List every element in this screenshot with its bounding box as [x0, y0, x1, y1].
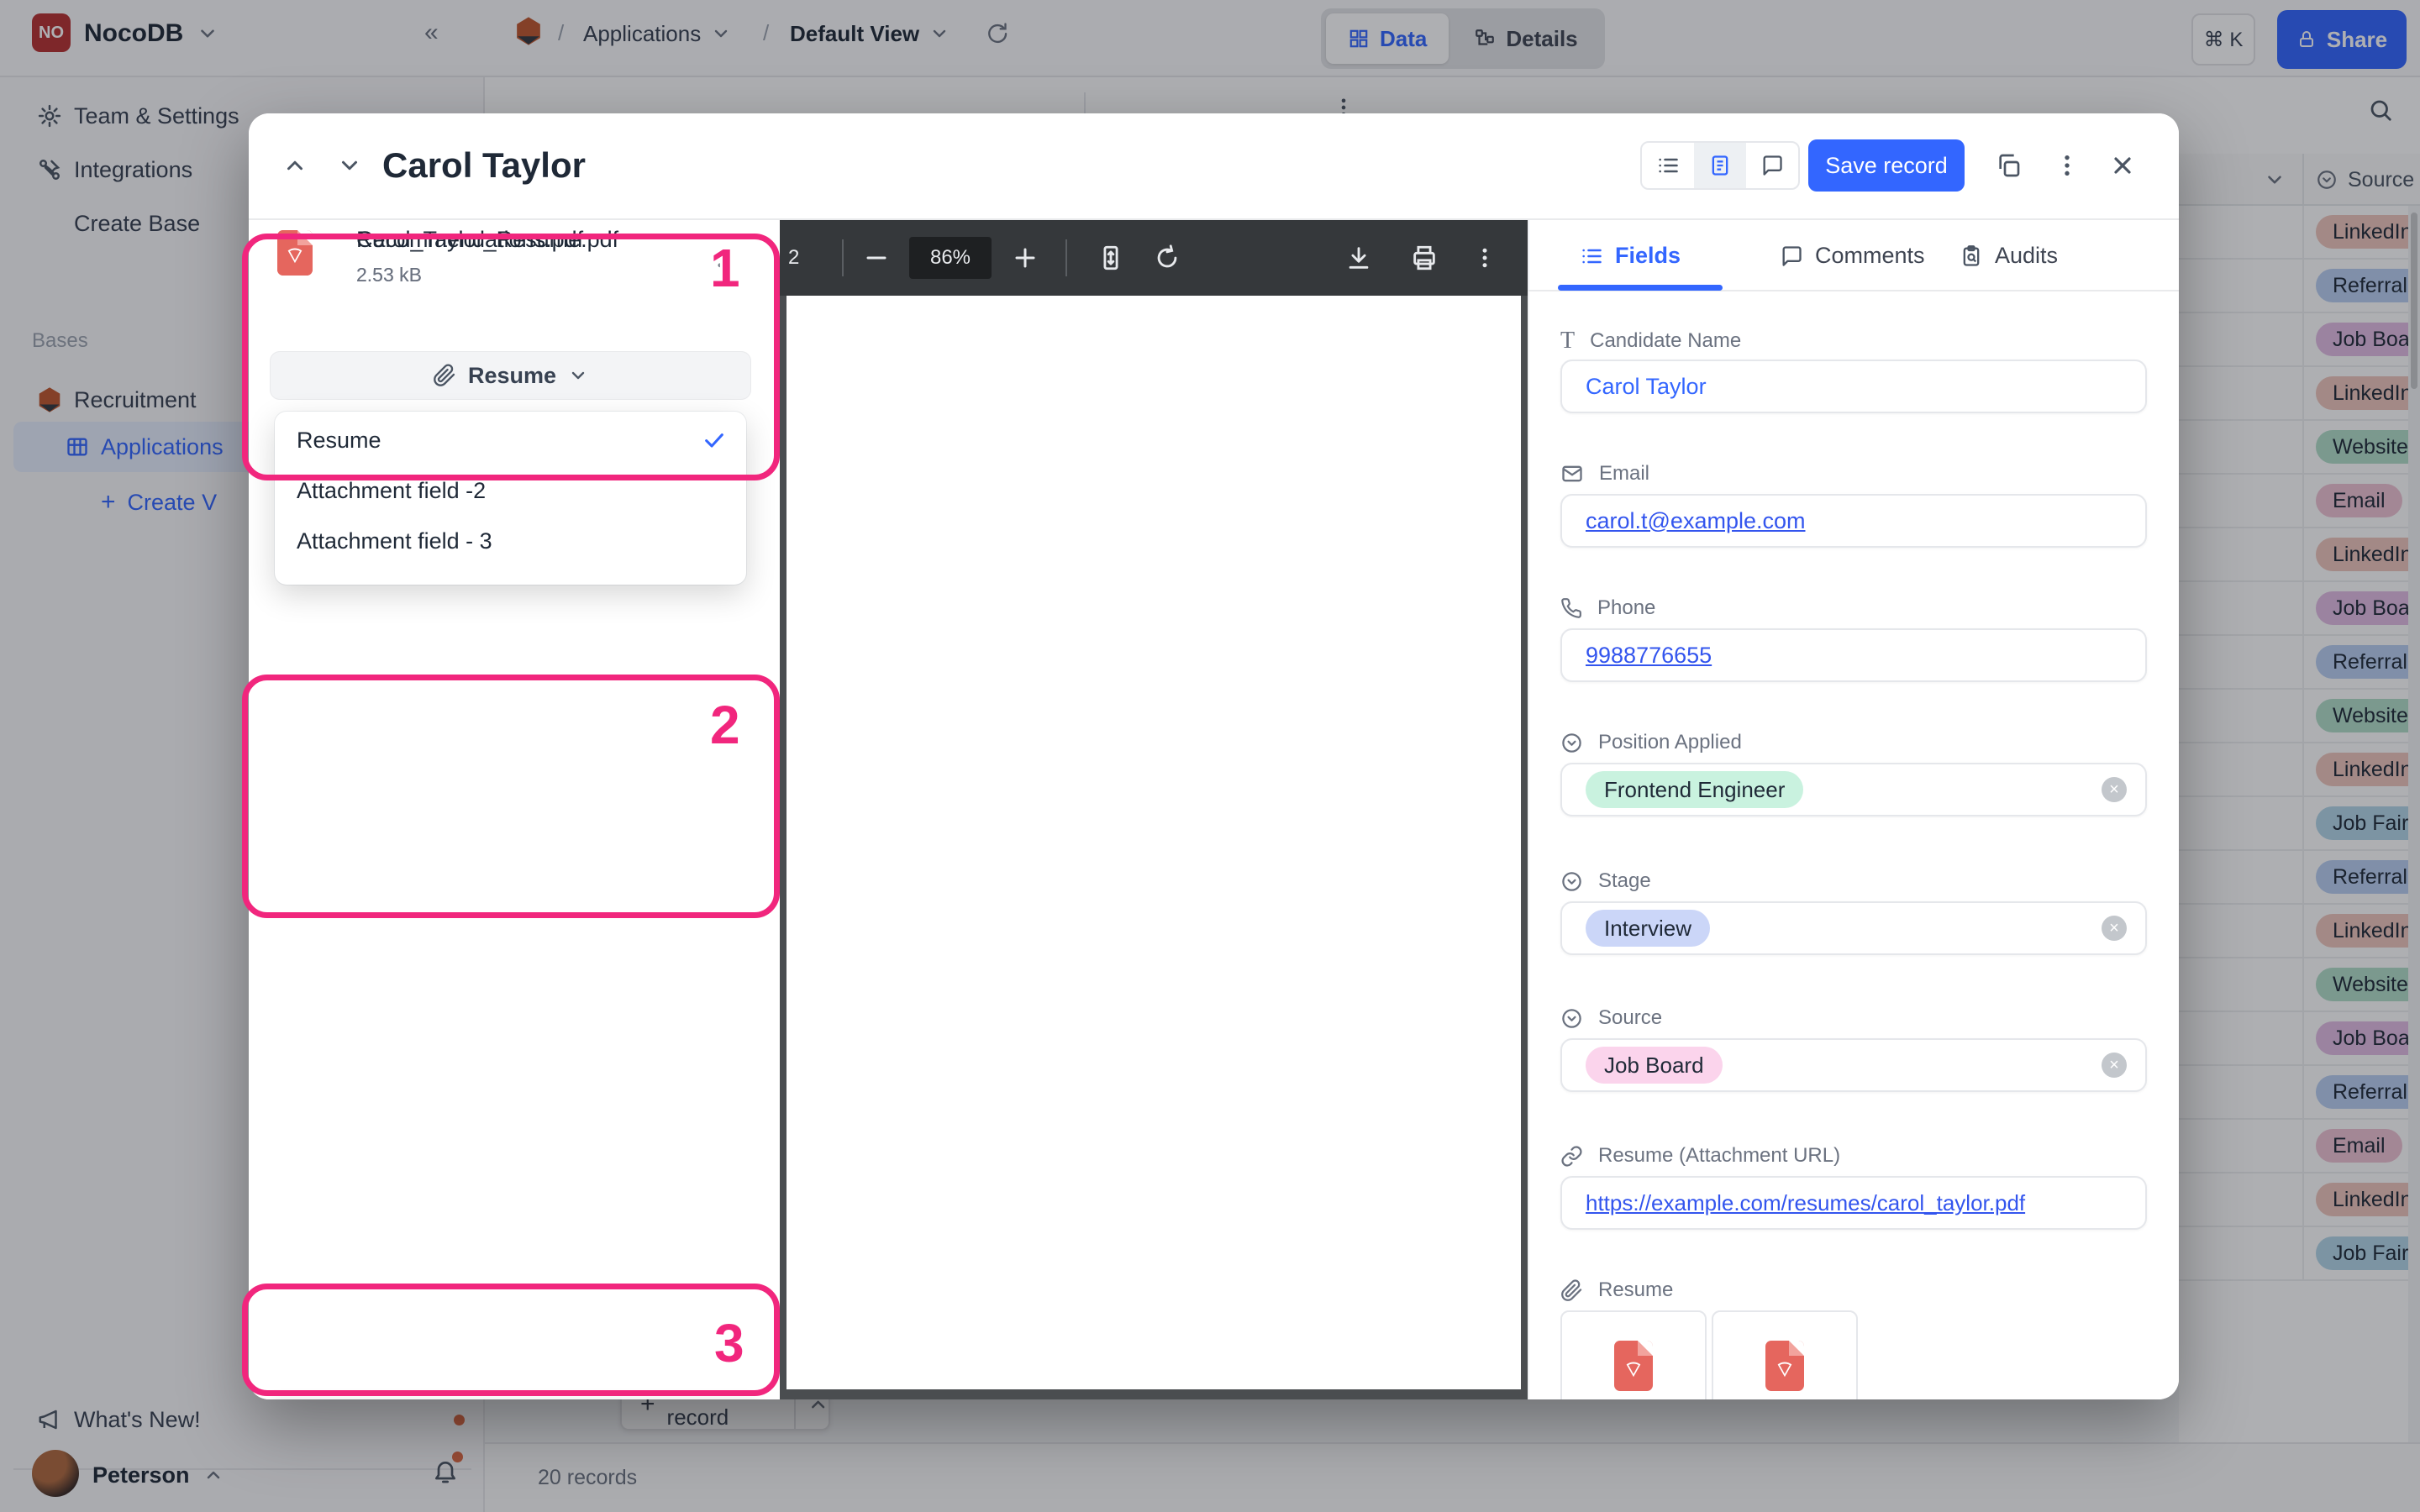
- email-input[interactable]: carol.t@example.com: [1560, 494, 2147, 548]
- pdf-page: [786, 296, 1521, 1389]
- source-select[interactable]: Job Board ×: [1560, 1038, 2147, 1092]
- record-title: Carol Taylor: [382, 145, 586, 186]
- attachment-thumbnail[interactable]: ⌔: [1560, 1310, 1707, 1399]
- pdf-file-icon: ⌔: [1614, 1341, 1653, 1391]
- nocodb-app: NO NocoDB « / Applications / Default Vie…: [0, 0, 2420, 1512]
- position-select[interactable]: Frontend Engineer ×: [1560, 763, 2147, 816]
- tab-comments[interactable]: Comments: [1780, 220, 1925, 291]
- field-label-resume: Resume: [1560, 1278, 1673, 1302]
- fit-page-icon[interactable]: [1097, 244, 1125, 272]
- field-label-email: Email: [1560, 462, 1649, 486]
- fields-list-icon: [1580, 244, 1603, 268]
- menu-item-label: Attachment field -2: [297, 478, 486, 504]
- single-select-icon: [1560, 732, 1583, 754]
- zoom-out-icon[interactable]: [864, 245, 889, 270]
- previous-record-button[interactable]: [276, 147, 313, 184]
- kebab-menu-icon[interactable]: [2054, 152, 2081, 179]
- toolbar-divider: [1065, 239, 1067, 276]
- phone-icon: [1560, 597, 1582, 619]
- position-pill: Frontend Engineer: [1586, 771, 1803, 808]
- tab-fields[interactable]: Fields: [1580, 220, 1681, 291]
- field-label-resume-url: Resume (Attachment URL): [1560, 1144, 1840, 1168]
- attachment-thumbnail[interactable]: ⌔: [1712, 1310, 1858, 1399]
- email-value[interactable]: carol.t@example.com: [1586, 508, 1806, 534]
- audit-clipboard-icon: [1960, 244, 1983, 268]
- close-icon[interactable]: [2109, 152, 2136, 179]
- next-record-button[interactable]: [331, 147, 368, 184]
- list-icon: [1656, 154, 1680, 177]
- stage-pill: Interview: [1586, 910, 1710, 947]
- comment-icon: [1760, 154, 1784, 177]
- zoom-in-icon[interactable]: [1013, 245, 1038, 270]
- layout-comments-button[interactable]: [1746, 143, 1798, 188]
- candidate-name-value: Carol Taylor: [1586, 374, 1707, 400]
- tab-fields-label: Fields: [1615, 243, 1681, 269]
- email-icon: [1560, 462, 1584, 486]
- annotation-box-3: [242, 1284, 780, 1396]
- annotation-box-2: [242, 675, 780, 918]
- candidate-name-input[interactable]: Carol Taylor: [1560, 360, 2147, 413]
- text-field-icon: T: [1560, 328, 1575, 354]
- tab-comments-label: Comments: [1815, 243, 1925, 269]
- phone-value[interactable]: 9988776655: [1586, 643, 1712, 669]
- rotate-icon[interactable]: [1153, 244, 1181, 272]
- zoom-level[interactable]: 86%: [909, 237, 992, 279]
- pdf-toolbar: 2 86%: [780, 220, 1528, 296]
- annotation-number-1: 1: [710, 237, 740, 299]
- active-tab-underline: [1558, 285, 1723, 291]
- paperclip-icon: [1560, 1279, 1583, 1302]
- tab-audits[interactable]: Audits: [1960, 220, 2058, 291]
- modal-header: Carol Taylor Save record: [249, 113, 2179, 220]
- annotation-box-1: [242, 234, 780, 480]
- annotation-number-2: 2: [710, 694, 740, 756]
- field-label-stage: Stage: [1560, 869, 1651, 893]
- comment-icon: [1780, 244, 1803, 268]
- document-icon: [1708, 154, 1732, 177]
- clear-value-icon[interactable]: ×: [2102, 916, 2127, 941]
- phone-input[interactable]: 9988776655: [1560, 628, 2147, 682]
- toolbar-divider: [842, 239, 844, 276]
- field-label-candidate-name: T Candidate Name: [1560, 328, 1741, 354]
- page-indicator: 2: [788, 220, 799, 296]
- field-label-source: Source: [1560, 1006, 1662, 1030]
- print-icon[interactable]: [1410, 244, 1439, 272]
- copy-record-icon[interactable]: [1995, 152, 2022, 179]
- resume-url-input[interactable]: https://example.com/resumes/carol_taylor…: [1560, 1176, 2147, 1230]
- menu-item-label: Attachment field - 3: [297, 528, 492, 554]
- annotation-number-3: 3: [714, 1312, 744, 1374]
- record-view-switcher: [1640, 141, 1800, 190]
- stage-select[interactable]: Interview ×: [1560, 901, 2147, 955]
- url-link-icon: [1560, 1145, 1583, 1168]
- clear-value-icon[interactable]: ×: [2102, 777, 2127, 802]
- layout-document-button[interactable]: [1694, 143, 1746, 188]
- field-label-position: Position Applied: [1560, 731, 1742, 754]
- download-icon[interactable]: [1344, 244, 1373, 272]
- resume-url-value[interactable]: https://example.com/resumes/carol_taylor…: [1586, 1190, 2025, 1216]
- pdf-file-icon: ⌔: [1765, 1341, 1804, 1391]
- clear-value-icon[interactable]: ×: [2102, 1053, 2127, 1078]
- field-label-phone: Phone: [1560, 596, 1655, 620]
- save-record-button[interactable]: Save record: [1808, 139, 1965, 192]
- layout-list-button[interactable]: [1642, 143, 1694, 188]
- single-select-icon: [1560, 1007, 1583, 1030]
- menu-item[interactable]: Attachment field - 3: [281, 519, 739, 563]
- source-pill: Job Board: [1586, 1047, 1723, 1084]
- tab-audits-label: Audits: [1995, 243, 2058, 269]
- single-select-icon: [1560, 870, 1583, 893]
- pdf-more-icon[interactable]: [1472, 245, 1497, 270]
